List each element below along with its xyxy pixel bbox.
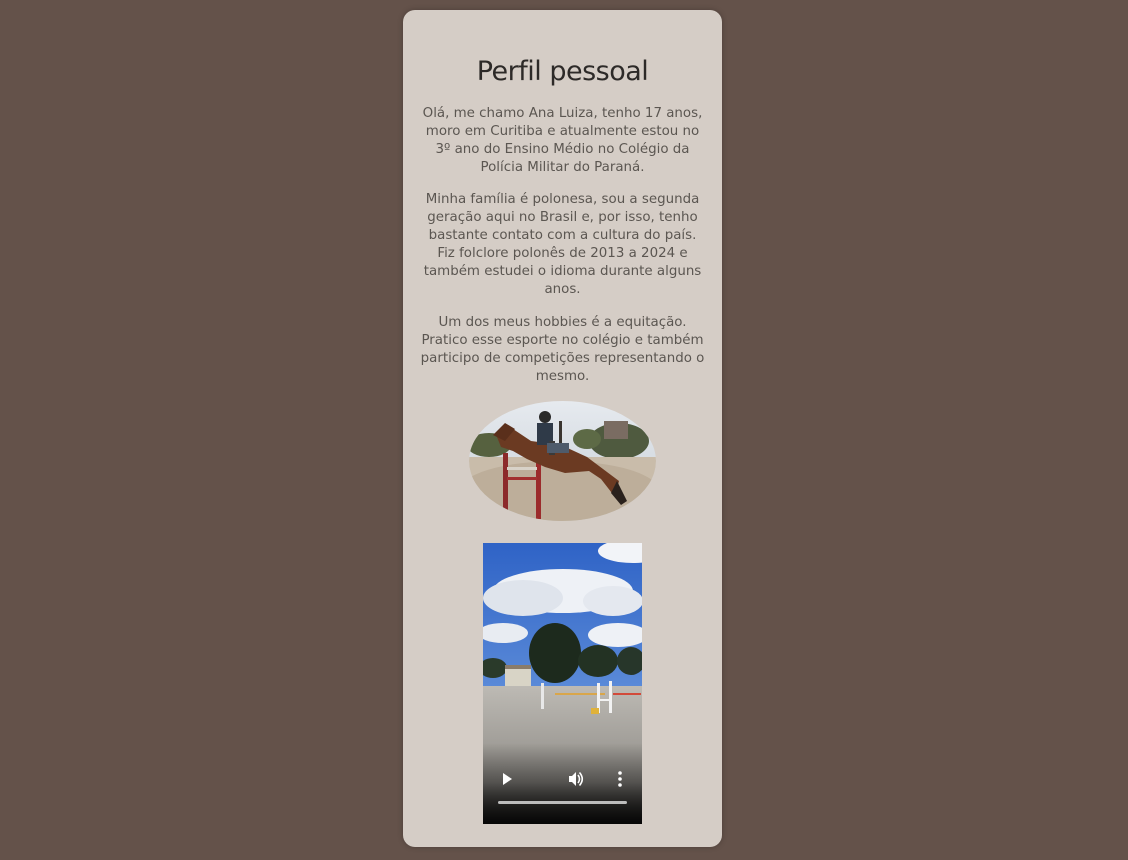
play-button[interactable] — [500, 771, 514, 787]
volume-icon — [569, 771, 584, 787]
volume-button[interactable] — [567, 770, 585, 788]
family-paragraph: Minha família é polonesa, sou a segunda … — [423, 192, 702, 297]
page-title: Perfil pessoal — [476, 56, 649, 87]
hobby-paragraph: Um dos meus hobbies é a equitação. Prati… — [420, 315, 705, 384]
horse-jumping-illustration — [469, 401, 656, 521]
intro-paragraph: Olá, me chamo Ana Luiza, tenho 17 anos, … — [422, 106, 703, 175]
more-options-button[interactable] — [617, 770, 623, 788]
play-icon — [503, 773, 512, 785]
horse-jumping-photo — [469, 401, 656, 521]
riding-video-player[interactable] — [483, 543, 642, 824]
video-progress-bar[interactable] — [498, 801, 627, 804]
profile-card: Perfil pessoal Olá, me chamo Ana Luiza, … — [403, 10, 722, 847]
more-vertical-icon — [618, 771, 622, 787]
